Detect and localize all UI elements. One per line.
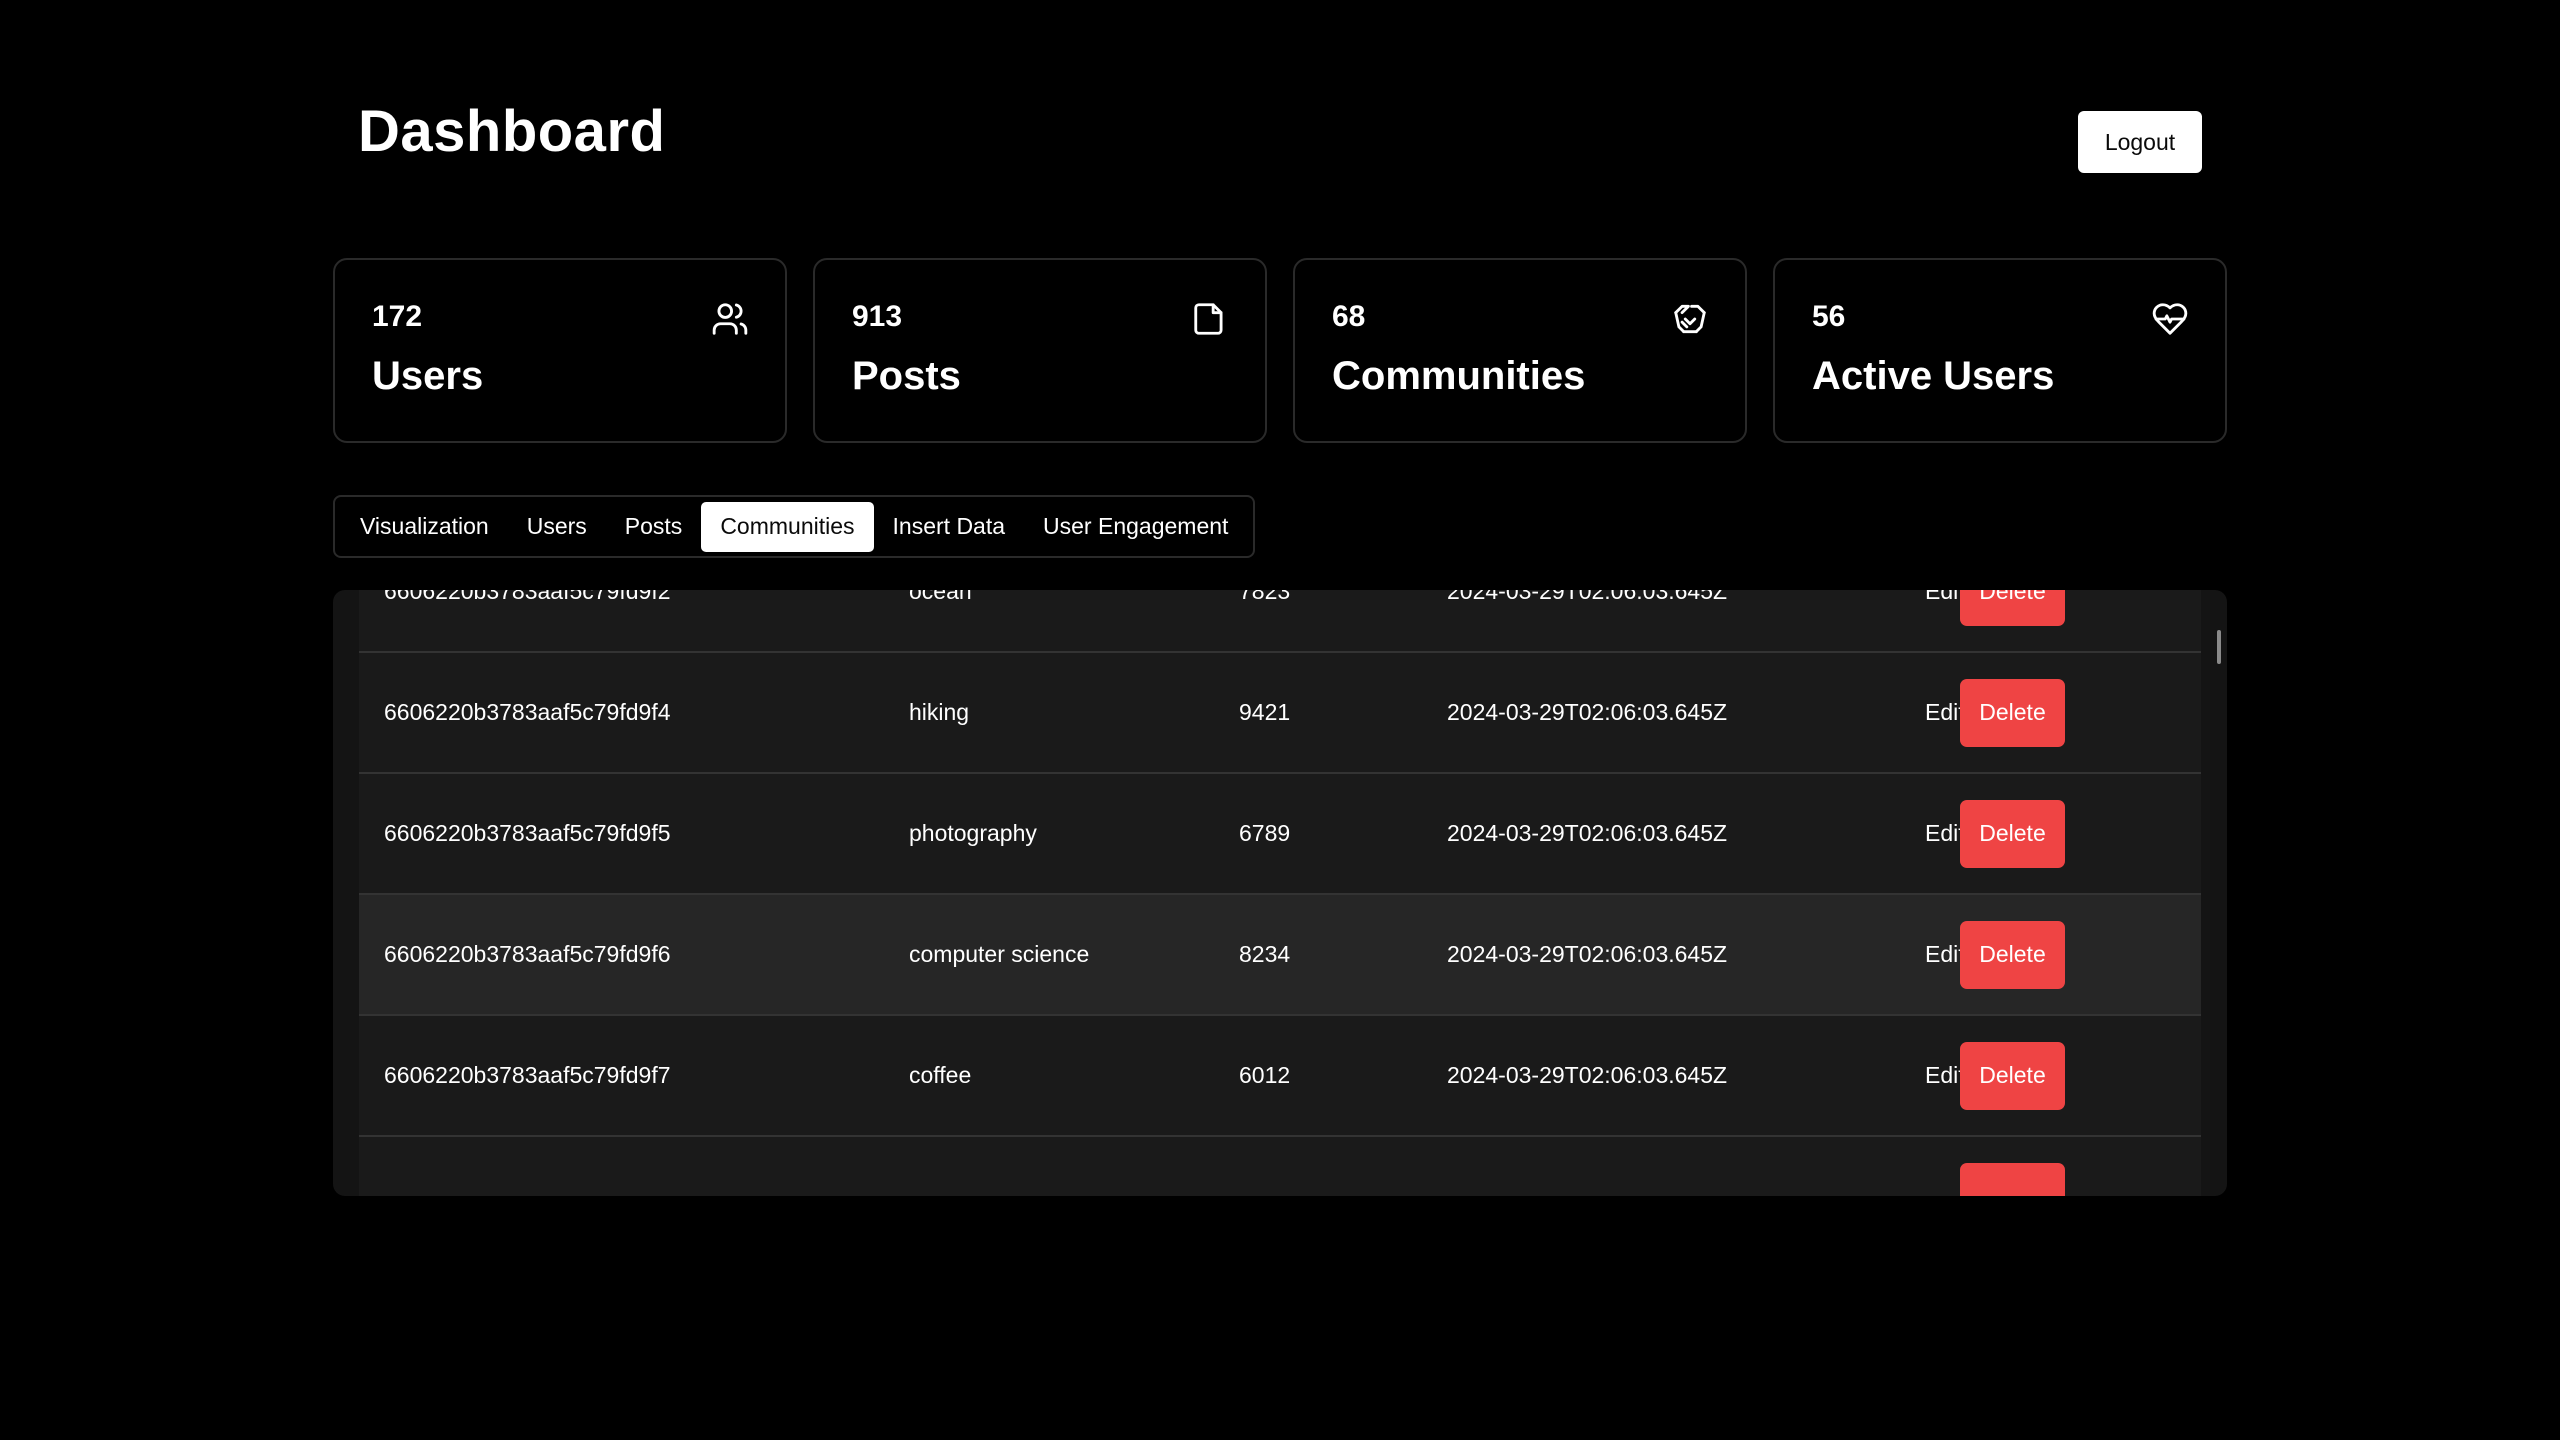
community-id: 6606220b3783aaf5c79fd9f7 <box>384 1062 671 1088</box>
community-created: 2024-03-29T02:06:03.645Z <box>1447 820 1728 846</box>
stat-card-active-users: 56 Active Users <box>1773 258 2227 443</box>
header: Dashboard Logout <box>358 96 2202 186</box>
community-count: 6789 <box>1239 820 1291 846</box>
community-id: 6606220b3783aaf5c79fd9f2 <box>384 590 671 604</box>
tab-users[interactable]: Users <box>508 502 606 552</box>
delete-button[interactable]: Delete <box>1960 590 2065 626</box>
delete-button[interactable] <box>1960 1162 2065 1196</box>
table-body: 6606220b3783aaf5c79fd9f2 ocean 7823 2024… <box>359 590 2201 1196</box>
scrollbar-thumb[interactable] <box>2217 630 2221 664</box>
stat-value: 68 <box>1332 300 1366 333</box>
document-icon <box>1191 300 1229 338</box>
community-id: 6606220b3783aaf5c79fd9f5 <box>384 820 671 846</box>
table-row: 6606220b3783aaf5c79fd9f4 hiking 9421 202… <box>359 653 2201 774</box>
communities-table[interactable]: 6606220b3783aaf5c79fd9f2 ocean 7823 2024… <box>333 590 2227 1196</box>
delete-button[interactable]: Delete <box>1960 799 2065 868</box>
community-name: photography <box>909 820 1037 846</box>
table-row: 6606220b3783aaf5c79fd9f6 computer scienc… <box>359 895 2201 1016</box>
stat-label: Communities <box>1332 354 1586 398</box>
stat-value: 913 <box>852 300 903 333</box>
delete-button[interactable]: Delete <box>1960 1041 2065 1110</box>
delete-button[interactable]: Delete <box>1960 678 2065 747</box>
community-name: coffee <box>909 1062 972 1088</box>
stat-value: 56 <box>1812 300 1846 333</box>
community-count: 8234 <box>1239 941 1291 967</box>
community-name: ocean <box>909 590 972 604</box>
community-created: 2024-03-29T02:06:03.645Z <box>1447 1062 1728 1088</box>
table-row: 6606220b3783aaf5c79fd9f5 photography 678… <box>359 774 2201 895</box>
stats-row: 172 Users 913 Posts 68 Communities 56 Ac… <box>333 258 2227 443</box>
community-created: 2024-03-29T02:06:03.645Z <box>1447 941 1728 967</box>
tab-visualization[interactable]: Visualization <box>341 502 508 552</box>
tab-insert-data[interactable]: Insert Data <box>874 502 1025 552</box>
dashboard-page: Dashboard Logout 172 Users 913 Posts 68 … <box>0 0 2560 1440</box>
stat-card-communities: 68 Communities <box>1293 258 1747 443</box>
page-title: Dashboard <box>358 99 666 164</box>
delete-button[interactable]: Delete <box>1960 920 2065 989</box>
community-count: 7823 <box>1239 590 1291 604</box>
community-id: 6606220b3783aaf5c79fd9f4 <box>384 699 671 725</box>
stat-value: 172 <box>372 300 423 333</box>
stat-card-posts: 913 Posts <box>813 258 1267 443</box>
community-name: computer science <box>909 941 1090 967</box>
table-row: 6606220b3783aaf5c79fd9f2 ocean 7823 2024… <box>359 590 2201 653</box>
tab-bar: Visualization Users Posts Communities In… <box>333 495 1256 558</box>
tab-communities[interactable]: Communities <box>701 501 874 552</box>
community-created: 2024-03-29T02:06:03.645Z <box>1447 699 1728 725</box>
stat-card-users: 172 Users <box>333 258 787 443</box>
table-row-partial <box>359 1137 2201 1196</box>
users-icon <box>711 300 749 338</box>
tab-user-engagement[interactable]: User Engagement <box>1024 502 1247 552</box>
tab-posts[interactable]: Posts <box>606 502 702 552</box>
stat-label: Posts <box>852 354 961 398</box>
community-count: 6012 <box>1239 1062 1291 1088</box>
community-id: 6606220b3783aaf5c79fd9f6 <box>384 941 671 967</box>
handshake-icon <box>1671 300 1709 338</box>
heart-pulse-icon <box>2151 300 2189 338</box>
table-row: 6606220b3783aaf5c79fd9f7 coffee 6012 202… <box>359 1016 2201 1137</box>
logout-button[interactable]: Logout <box>2078 111 2202 173</box>
stat-label: Active Users <box>1812 354 2055 398</box>
stat-label: Users <box>372 354 484 398</box>
community-created: 2024-03-29T02:06:03.645Z <box>1447 590 1728 604</box>
community-name: hiking <box>909 699 970 725</box>
community-count: 9421 <box>1239 699 1291 725</box>
